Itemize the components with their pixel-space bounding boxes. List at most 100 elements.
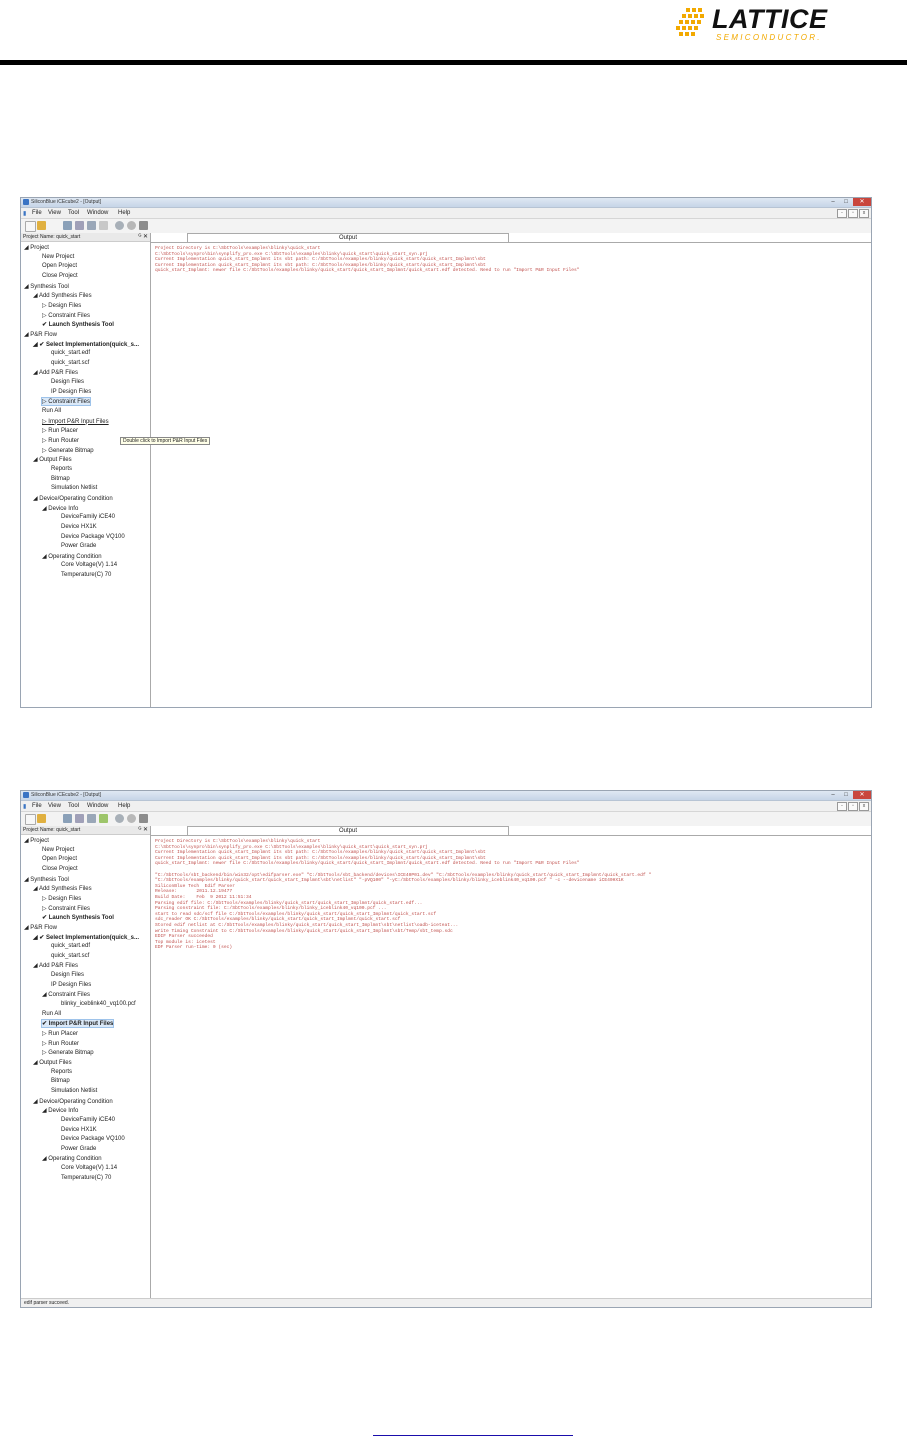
- tree-item[interactable]: ◢ Operating Condition: [42, 1155, 102, 1162]
- tree-item[interactable]: Bitmap: [51, 476, 70, 482]
- tree-item[interactable]: ◢ Operating Condition: [42, 553, 102, 560]
- tree-item[interactable]: Run All: [42, 1011, 61, 1017]
- tree-item[interactable]: ◢ Synthesis Tool: [24, 283, 69, 290]
- tree-item[interactable]: Close Project: [42, 273, 78, 279]
- tree-item[interactable]: ▷ Run Placer: [42, 1030, 78, 1037]
- synthesis-icon[interactable]: [63, 221, 72, 230]
- tree-item[interactable]: ✔ Launch Synthesis Tool: [42, 321, 114, 328]
- tree-item[interactable]: ▷ Design Files: [42, 302, 81, 309]
- tree-item[interactable]: ◢ ✔ Select Implementation(quick_s...: [33, 934, 139, 941]
- refresh-icon[interactable]: [127, 814, 136, 823]
- open-folder-icon[interactable]: [37, 221, 46, 230]
- tree-item[interactable]: ◢ Constraint Files: [42, 991, 90, 998]
- tree-item[interactable]: ✔ Import P&R Input Files: [40, 1019, 115, 1029]
- menu-view[interactable]: View: [48, 803, 61, 809]
- package-view-icon[interactable]: [99, 814, 108, 823]
- tree-item[interactable]: quick_start.scf: [51, 360, 89, 366]
- tree-item[interactable]: ▷ Generate Bitmap: [42, 1049, 94, 1056]
- tree-item[interactable]: Design Files: [51, 379, 84, 385]
- timing-icon[interactable]: [115, 814, 124, 823]
- tree-item[interactable]: Close Project: [42, 866, 78, 872]
- mdi-controls[interactable]: - ▫ x: [836, 209, 869, 218]
- menu-tool[interactable]: Tool: [68, 210, 79, 216]
- floorplan-icon[interactable]: [87, 221, 96, 230]
- panel-close-icon[interactable]: ᴳ ✕: [138, 826, 148, 833]
- tree-item[interactable]: ▷ Constraint Files: [41, 397, 91, 407]
- tree-item[interactable]: ◢ P&R Flow: [24, 924, 57, 931]
- new-file-icon[interactable]: [25, 221, 36, 232]
- footer-link[interactable]: [373, 1427, 573, 1436]
- new-file-icon[interactable]: [25, 814, 36, 825]
- tree-item[interactable]: ▷ Design Files: [42, 895, 81, 902]
- open-folder-icon[interactable]: [37, 814, 46, 823]
- tree-item[interactable]: ◢ Device Info: [42, 505, 78, 512]
- tree-item[interactable]: quick_start.edf: [51, 350, 90, 356]
- tree-item[interactable]: Reports: [51, 1069, 72, 1075]
- pnr-icon[interactable]: [75, 814, 84, 823]
- tree-item[interactable]: IP Design Files: [51, 389, 91, 395]
- tree-item[interactable]: Bitmap: [51, 1078, 70, 1084]
- tree-item[interactable]: DeviceFamily iCE40: [61, 514, 115, 520]
- menu-view[interactable]: View: [48, 210, 61, 216]
- tree-item[interactable]: ◢ Device/Operating Condition: [33, 495, 113, 502]
- floorplan-icon[interactable]: [87, 814, 96, 823]
- menu-window[interactable]: Window: [87, 210, 108, 216]
- close-button[interactable]: ✕: [853, 791, 871, 799]
- tree-item[interactable]: ◢ ✔ Select Implementation(quick_s...: [33, 341, 139, 348]
- tree-item[interactable]: ✔ Launch Synthesis Tool: [42, 914, 114, 921]
- menu-file[interactable]: File: [32, 803, 42, 809]
- minimize-button[interactable]: –: [827, 791, 839, 799]
- tree-item[interactable]: Core Voltage(V) 1.14: [61, 562, 117, 568]
- tree-item[interactable]: quick_start.scf: [51, 953, 89, 959]
- tree-item[interactable]: ▷ Run Placer: [42, 427, 78, 434]
- pnr-icon[interactable]: [75, 221, 84, 230]
- tree-item[interactable]: Simulation Netlist: [51, 485, 97, 491]
- menu-tool[interactable]: Tool: [68, 803, 79, 809]
- menu-help[interactable]: Help: [118, 210, 130, 216]
- tree-item[interactable]: ◢ Add Synthesis Files: [33, 292, 92, 299]
- tree-item[interactable]: ▷ Constraint Files: [42, 312, 90, 319]
- maximize-button[interactable]: □: [840, 791, 852, 799]
- close-button[interactable]: ✕: [853, 198, 871, 206]
- tree-item[interactable]: ◢ Add P&R Files: [33, 369, 78, 376]
- app-menu-icon[interactable]: ▮: [23, 210, 26, 217]
- synthesis-icon[interactable]: [63, 814, 72, 823]
- tree-item[interactable]: Device HX1K: [61, 524, 97, 530]
- tree-item[interactable]: IP Design Files: [51, 982, 91, 988]
- minimize-button[interactable]: –: [827, 198, 839, 206]
- app-menu-icon[interactable]: ▮: [23, 803, 26, 810]
- menu-help[interactable]: Help: [118, 803, 130, 809]
- tree-item[interactable]: Open Project: [42, 263, 77, 269]
- tree-item[interactable]: Open Project: [42, 856, 77, 862]
- tree-item[interactable]: ◢ Device Info: [42, 1107, 78, 1114]
- refresh-icon[interactable]: [127, 221, 136, 230]
- tree-item[interactable]: Temperature(C) 70: [61, 1175, 111, 1181]
- tree-item[interactable]: ◢ Add Synthesis Files: [33, 885, 92, 892]
- tree-item[interactable]: ◢ Add P&R Files: [33, 962, 78, 969]
- tree-item[interactable]: Device Package VQ100: [61, 1136, 125, 1142]
- tree-item[interactable]: ▷ Generate Bitmap: [42, 447, 94, 454]
- tree-item[interactable]: Design Files: [51, 972, 84, 978]
- tree-item[interactable]: Power Grade: [61, 1146, 96, 1152]
- tree-item[interactable]: ◢ Synthesis Tool: [24, 876, 69, 883]
- tree-item[interactable]: Simulation Netlist: [51, 1088, 97, 1094]
- tree-item[interactable]: ▷ Run Router: [42, 437, 79, 444]
- tree-item[interactable]: ◢ P&R Flow: [24, 331, 57, 338]
- tree-item[interactable]: Reports: [51, 466, 72, 472]
- tree-item[interactable]: blinky_iceblink40_vq100.pcf: [61, 1001, 136, 1007]
- tree-item[interactable]: ▷ Constraint Files: [42, 905, 90, 912]
- power-icon[interactable]: [139, 814, 148, 823]
- tree-item[interactable]: ◢ Output Files: [33, 1059, 72, 1066]
- tree-item[interactable]: Core Voltage(V) 1.14: [61, 1165, 117, 1171]
- tree-item[interactable]: ◢ Project: [24, 837, 49, 844]
- power-icon[interactable]: [139, 221, 148, 230]
- mdi-controls[interactable]: - ▫ x: [836, 802, 869, 811]
- tree-item[interactable]: ◢ Project: [24, 244, 49, 251]
- maximize-button[interactable]: □: [840, 198, 852, 206]
- tree-item[interactable]: ▷ Run Router: [42, 1040, 79, 1047]
- tree-item[interactable]: Temperature(C) 70: [61, 572, 111, 578]
- panel-close-icon[interactable]: ᴳ ✕: [138, 233, 148, 240]
- tree-item[interactable]: New Project: [42, 847, 74, 853]
- tree-item[interactable]: Power Grade: [61, 543, 96, 549]
- tree-item[interactable]: ▷ Import P&R Input Files: [42, 418, 109, 425]
